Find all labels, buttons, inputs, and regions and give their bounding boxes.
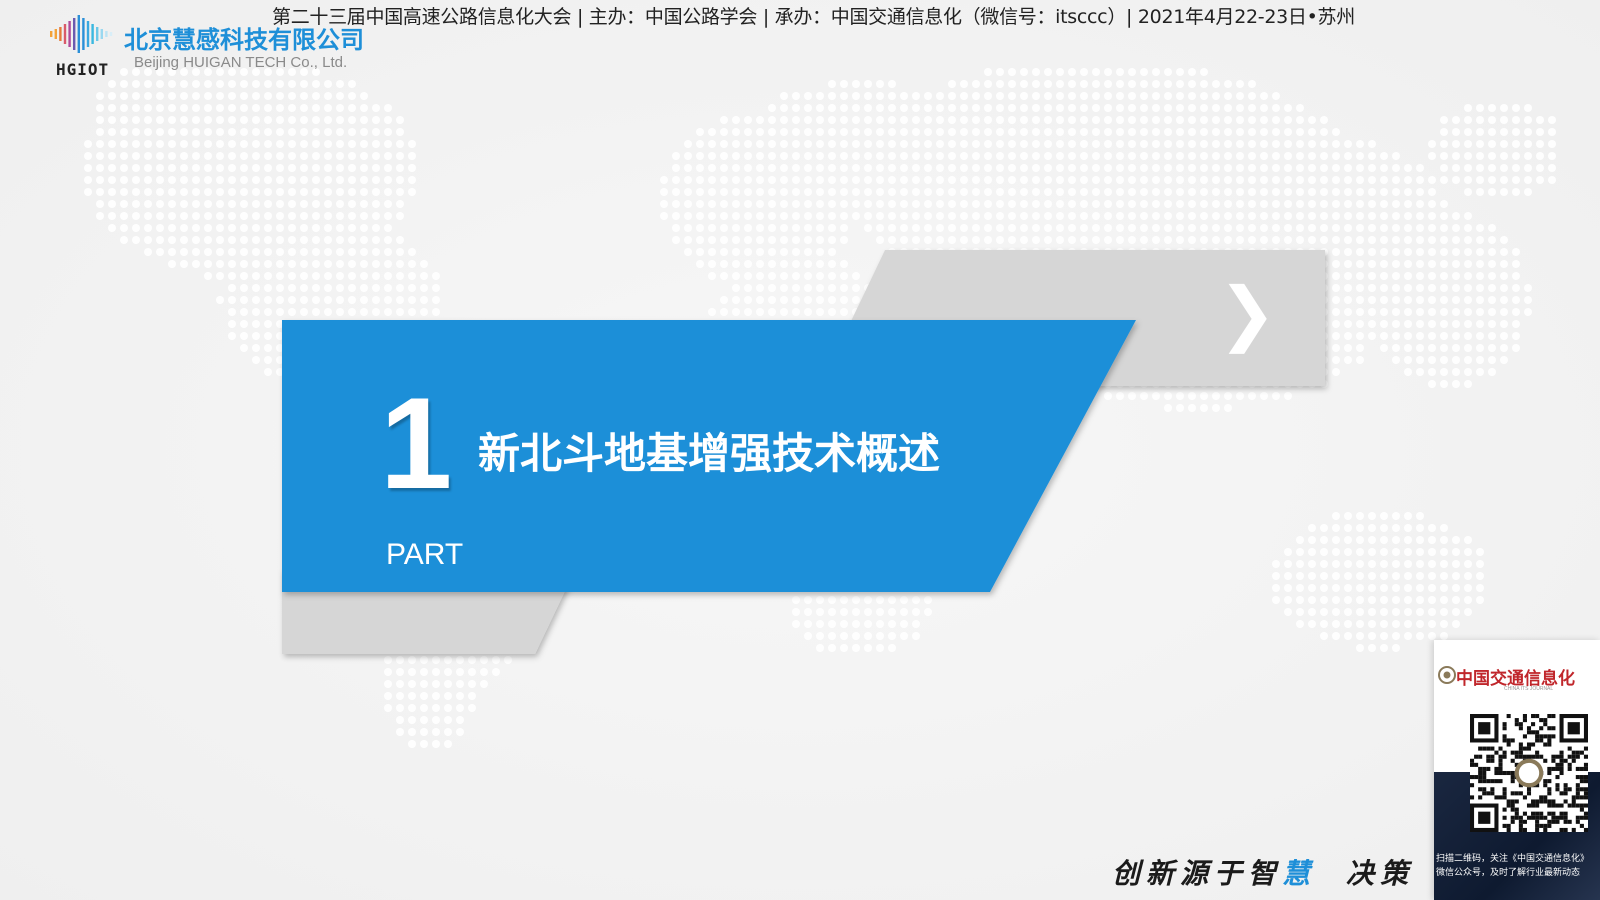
journal-logo-icon bbox=[1438, 666, 1456, 684]
qr-caption-line1: 扫描二维码，关注《中国交通信息化》 bbox=[1436, 854, 1590, 864]
qr-code-image[interactable] bbox=[1470, 714, 1588, 832]
qr-caption-line2: 微信公众号，及时了解行业最新动态 bbox=[1436, 868, 1581, 878]
section-part-label: PART bbox=[386, 538, 464, 571]
qr-code-card[interactable]: 中国交通信息化 CHINA ITS JOURNAL 扫描二维码，关注《中国交通信… bbox=[1434, 640, 1600, 900]
qr-brand-sub: CHINA ITS JOURNAL bbox=[1504, 686, 1554, 692]
section-number: 1 bbox=[380, 370, 453, 516]
chevron-right-icon: ❯ bbox=[1218, 272, 1277, 354]
slide: 第二十三届中国高速公路信息化大会 | 主办：中国公路学会 | 承办：中国交通信息… bbox=[0, 0, 1600, 900]
qr-caption: 扫描二维码，关注《中国交通信息化》 微信公众号，及时了解行业最新动态 bbox=[1436, 852, 1600, 880]
slogan-highlight: 慧 bbox=[1282, 857, 1317, 890]
slogan-part2: 决策 bbox=[1346, 857, 1415, 890]
slogan-part1: 创新源于智 bbox=[1112, 857, 1283, 890]
section-title: 新北斗地基增强技术概述 bbox=[478, 429, 941, 478]
slogan: 创新源于智慧 决策 bbox=[1112, 852, 1414, 892]
